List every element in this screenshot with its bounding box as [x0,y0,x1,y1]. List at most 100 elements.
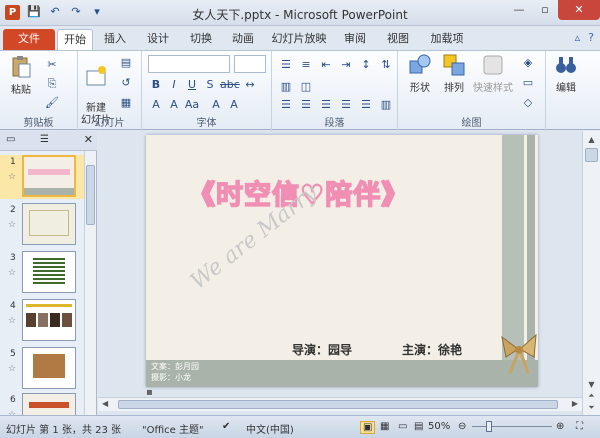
fit-to-window-icon[interactable]: ⛶ [576,421,583,432]
reset-icon[interactable]: ↺ [118,75,134,91]
close-pane-icon[interactable]: ✕ [84,133,93,146]
columns-icon[interactable]: ▥ [378,97,394,113]
shape-fill-icon[interactable]: ◈ [520,55,536,71]
help-icon[interactable]: ? [588,31,594,44]
format-painter-icon[interactable]: 🖌 [44,95,60,111]
horizontal-scrollbar[interactable]: ◀ ▶ [98,397,582,411]
arrange-button[interactable]: 排列 [438,53,470,94]
reading-view-icon[interactable]: ▭ [398,421,407,432]
slide-thumbnail-2[interactable]: 2 ☆ [0,203,85,247]
slide-counter: 幻灯片 第 1 张，共 23 张 [6,425,121,436]
slide-sorter-view-icon[interactable]: ▦ [380,421,389,432]
distributed-icon[interactable]: ☰ [358,97,374,113]
slides-pane-scrollbar[interactable] [84,151,96,415]
decrease-indent-icon[interactable]: ⇤ [318,57,334,73]
copy-icon[interactable]: ⎘ [44,76,60,92]
slide-thumbnail-4[interactable]: 4 ☆ [0,299,85,343]
spellcheck-icon[interactable]: ✔ [222,421,230,432]
vertical-scrollbar[interactable]: ▲ ▼ ⏶ ⏷ [582,131,600,415]
increase-indent-icon[interactable]: ⇥ [338,57,354,73]
text-direction-icon[interactable]: ⇅ [378,57,394,73]
slide-thumbnail-1[interactable]: 1 ☆ [0,155,85,199]
current-slide[interactable]: 《时空信♡陪伴》 We are Marry 导演：园导 主演：徐艳 文案：彭月园… [146,135,538,387]
tab-home[interactable]: 开始 [57,29,93,50]
group-paragraph: ☰ ≡ ⇤ ⇥ ↕ ⇅ ▥ ◫ ☰ ☰ ☰ ☰ ☰ ▥ 段落 [272,51,398,131]
group-editing: 编辑 [546,51,586,131]
tab-review[interactable]: 审阅 [340,29,370,50]
hscrollbar-thumb[interactable] [118,400,558,409]
shadow-text-icon[interactable]: S [202,77,218,93]
tab-slideshow[interactable]: 幻灯片放映 [271,29,327,50]
group-clipboard: 粘贴 ✂ ⎘ 🖌 剪贴板 [0,51,78,131]
align-left-icon[interactable]: ☰ [278,97,294,113]
window-controls: — ▫ ✕ [506,0,600,20]
smartart-icon[interactable]: ◫ [298,79,314,95]
align-text-icon[interactable]: ▥ [278,79,294,95]
previous-slide-icon[interactable]: ⏶ [583,391,600,401]
align-right-icon[interactable]: ☰ [318,97,334,113]
outline-tab-icon[interactable]: ☰ [40,134,49,145]
justify-icon[interactable]: ☰ [338,97,354,113]
line-spacing-icon[interactable]: ↕ [358,57,374,73]
restore-icon[interactable]: ▫ [532,0,558,20]
slides-pane-tabs: ▭ ☰ ✕ [0,131,97,151]
next-slide-icon[interactable]: ⏷ [583,403,600,413]
slides-tab-icon[interactable]: ▭ [6,134,15,145]
zoom-in-icon[interactable]: ⊕ [556,421,564,432]
change-case-icon[interactable]: Aa [184,97,200,113]
strikethrough-icon[interactable]: abc [220,77,240,93]
minimize-ribbon-icon[interactable]: ▵ [575,31,581,44]
scroll-up-icon[interactable]: ▲ [583,135,600,144]
paste-icon [12,56,31,78]
bold-icon[interactable]: B [148,77,164,93]
scrollbar-thumb[interactable] [585,148,598,162]
minimize-icon[interactable]: — [506,0,532,20]
align-center-icon[interactable]: ☰ [298,97,314,113]
tab-addins[interactable]: 加载项 [426,29,468,50]
char-spacing-icon[interactable]: ↔ [242,77,258,93]
slideshow-view-icon[interactable]: ▤ [414,421,423,432]
quick-styles-button[interactable]: 快速样式 [472,53,514,94]
grow-font-icon[interactable]: A [208,97,224,113]
numbering-icon[interactable]: ≡ [298,57,314,73]
scroll-left-icon[interactable]: ◀ [102,399,108,408]
group-slides: 新建 幻灯片 ▤ ↺ ▦ 幻灯片 [78,51,142,131]
group-label-clipboard: 剪贴板 [23,118,54,129]
tab-view[interactable]: 视图 [383,29,413,50]
zoom-out-icon[interactable]: ⊖ [458,421,466,432]
shapes-button[interactable]: 形状 [404,53,436,94]
font-size-combo[interactable] [234,55,266,73]
tab-transitions[interactable]: 切换 [186,29,216,50]
paste-button[interactable]: 粘贴 [6,55,36,96]
tab-animations[interactable]: 动画 [228,29,258,50]
zoom-slider[interactable] [472,426,552,427]
cut-icon[interactable]: ✂ [44,57,60,73]
slide-thumbnail-6[interactable]: 6 ☆ [0,393,85,415]
text-effects-icon[interactable]: A [166,97,182,113]
shrink-font-icon[interactable]: A [226,97,242,113]
scroll-down-icon[interactable]: ▼ [583,380,600,389]
slide-thumbnail-3[interactable]: 3 ☆ [0,251,85,295]
font-name-combo[interactable] [148,55,230,73]
scroll-right-icon[interactable]: ▶ [572,399,578,408]
close-icon[interactable]: ✕ [558,0,600,20]
layout-icon[interactable]: ▤ [118,55,134,71]
scrollbar-thumb[interactable] [86,165,95,225]
underline-icon[interactable]: U [184,77,200,93]
bullets-icon[interactable]: ☰ [278,57,294,73]
section-icon[interactable]: ▦ [118,95,134,111]
slide-thumbnail-5[interactable]: 5 ☆ [0,347,85,391]
tab-design[interactable]: 设计 [143,29,173,50]
tab-file[interactable]: 文件 [3,29,55,50]
font-color-icon[interactable]: A [148,97,164,113]
shape-outline-icon[interactable]: ▭ [520,75,536,91]
editing-button[interactable]: 编辑 [550,53,582,94]
tab-insert[interactable]: 插入 [100,29,130,50]
status-bar: 幻灯片 第 1 张，共 23 张 "Office 主题" ✔ 中文(中国) ▣ … [0,415,600,438]
zoom-level[interactable]: 50% [428,421,450,432]
shape-effects-icon[interactable]: ◇ [520,95,536,111]
normal-view-icon[interactable]: ▣ [360,421,376,434]
italic-icon[interactable]: I [166,77,182,93]
language-indicator[interactable]: 中文(中国) [246,421,294,436]
zoom-slider-thumb[interactable] [486,421,492,432]
